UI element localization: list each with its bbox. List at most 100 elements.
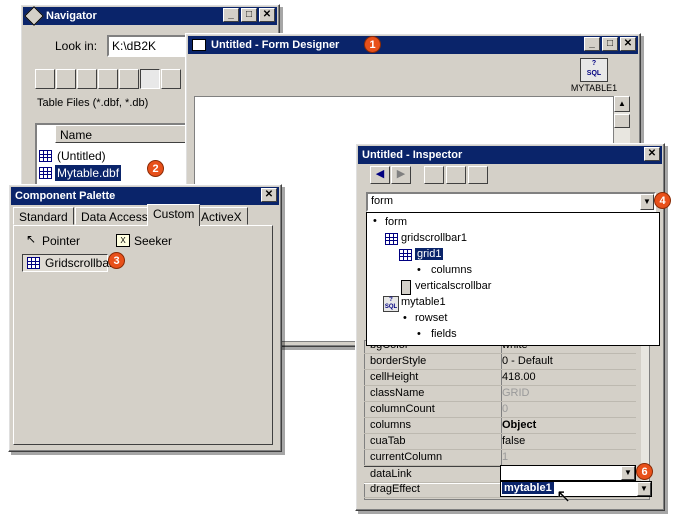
close-icon[interactable]: ✕ [259,8,275,22]
programs-icon[interactable] [98,69,118,89]
property-row[interactable]: borderStyle 0 - Default [364,354,636,370]
object-combo[interactable]: form ▼ [366,192,656,212]
tree-item-fields[interactable]: fields [431,328,457,340]
file-item-mytable[interactable]: Mytable.dbf [53,164,123,182]
alphabetic-view-icon[interactable] [446,166,466,184]
property-name: dragEffect [370,483,420,495]
gridscrollbar-label: Gridscrollbar [45,256,114,270]
events-view-icon[interactable] [468,166,488,184]
minimize-icon[interactable]: _ [584,37,600,51]
property-name: columns [370,419,411,431]
gridscrollbar-icon [27,257,40,269]
navigator-app-icon [24,6,44,26]
tree-item-form[interactable]: form [385,216,407,228]
up-arrow-icon: ▲ [618,99,626,108]
property-row[interactable]: columnCount 0 [364,402,636,418]
minimize-icon[interactable]: _ [223,8,239,22]
navigator-titlebar[interactable]: Navigator _ □ ✕ [23,6,277,26]
close-icon[interactable]: ✕ [620,37,636,51]
dragEffect-dropdown[interactable]: mytable1 ▼ [500,481,652,497]
palette-title: Component Palette [15,190,116,202]
property-row[interactable]: columns Object [364,418,636,434]
mytable1-option[interactable]: mytable1 [502,482,554,494]
tree-item-rowset[interactable]: rowset [415,312,447,324]
property-value[interactable]: 0 [502,403,508,415]
tree-item-grid1[interactable]: grid1 [413,247,445,261]
tab-custom[interactable]: Custom [147,204,201,226]
chevron-down-icon: ▼ [643,197,651,206]
palette-page: ↖ Pointer X Seeker Gridscrollbar [13,225,273,445]
filter-label: Table Files (*.dbf, *.db) [37,97,149,109]
callout-badge-6: 6 [636,463,653,480]
reports-icon[interactable] [56,69,76,89]
tree-item-mytable1[interactable]: mytable1 [401,296,446,308]
grid-icon [399,249,412,261]
tab-activex[interactable]: ActiveX [195,207,248,225]
sql-icon[interactable] [161,69,181,89]
datalink-editor[interactable]: ▼ [500,465,636,481]
property-name: borderStyle [370,355,427,367]
mytable1-component[interactable]: ? SQL MYTABLE1 [564,58,624,94]
row-separator [364,497,636,498]
property-row[interactable]: cellHeight 418.00 [364,370,636,386]
inspector-titlebar[interactable]: Untitled - Inspector ✕ [358,146,662,164]
callout-badge-1: 1 [364,36,381,53]
inspector-title: Untitled - Inspector [362,149,463,161]
scroll-up-button[interactable]: ▲ [614,96,630,112]
categorized-view-icon[interactable] [424,166,444,184]
chevron-down-icon: ▼ [640,484,648,493]
property-value[interactable]: GRID [502,387,530,399]
tree-item-gridscrollbar1[interactable]: gridscrollbar1 [401,232,467,244]
close-icon[interactable]: ✕ [644,147,660,161]
back-arrow-icon: ◀ [375,168,385,180]
form-designer-icon [192,39,206,51]
forms-icon[interactable] [35,69,55,89]
property-value[interactable]: 0 - Default [502,355,553,367]
object-combo-value: form [371,195,393,207]
name-header-label: Name [60,128,93,142]
property-row[interactable]: className GRID [364,386,636,402]
scroll-thumb[interactable] [614,114,630,128]
maximize-icon[interactable]: □ [241,8,257,22]
scrollbar-icon [401,280,411,295]
component-palette-window: Component Palette ✕ Standard Data Access… [8,184,282,452]
tab-data-access[interactable]: Data Access [75,207,154,225]
back-button[interactable]: ◀ [370,166,390,184]
file-item-untitled[interactable]: (Untitled) [57,149,106,163]
combo-dropdown-button[interactable]: ▼ [640,194,654,210]
dragEffect-dropdown-button[interactable]: ▼ [637,482,651,496]
palette-item-gridscrollbar[interactable]: Gridscrollbar [22,254,113,272]
property-row[interactable]: currentColumn 1 [364,450,636,466]
table-icon [39,167,52,179]
gridscrollbar-icon [385,233,398,245]
palette-item-pointer[interactable]: Pointer [42,234,80,248]
tree-bullet: • [373,215,377,227]
forward-button[interactable]: ▶ [391,166,411,184]
object-tree-dropdown[interactable]: • form gridscrollbar1 grid1 • columns ve… [366,212,660,346]
labels-icon[interactable] [77,69,97,89]
property-value[interactable]: 418.00 [502,371,536,383]
images-icon[interactable] [119,69,139,89]
tree-item-columns[interactable]: columns [431,264,472,276]
tab-standard[interactable]: Standard [13,207,74,225]
query-sql-icon: ? SQL [580,58,608,82]
datalink-dropdown-button[interactable]: ▼ [621,466,635,480]
tables-icon[interactable] [140,69,160,89]
pointer-icon: ↖ [26,232,37,246]
mytable1-label: MYTABLE1 [570,83,618,93]
maximize-icon[interactable]: □ [602,37,618,51]
palette-titlebar[interactable]: Component Palette ✕ [11,187,279,205]
property-value[interactable]: Object [502,419,536,431]
tree-item-verticalscrollbar[interactable]: verticalscrollbar [415,280,491,292]
palette-item-seeker[interactable]: Seeker [134,234,172,248]
form-designer-titlebar[interactable]: Untitled - Form Designer _ □ ✕ [188,36,638,54]
close-icon[interactable]: ✕ [261,188,277,202]
tree-bullet: • [403,312,407,324]
navigator-category-toolbar [35,69,185,89]
property-row[interactable]: cuaTab false [364,434,636,450]
property-value[interactable]: false [502,435,525,447]
callout-badge-3: 3 [108,252,125,269]
chevron-down-icon: ▼ [624,468,632,477]
property-value[interactable]: 1 [502,451,508,463]
forward-arrow-icon: ▶ [396,168,406,180]
